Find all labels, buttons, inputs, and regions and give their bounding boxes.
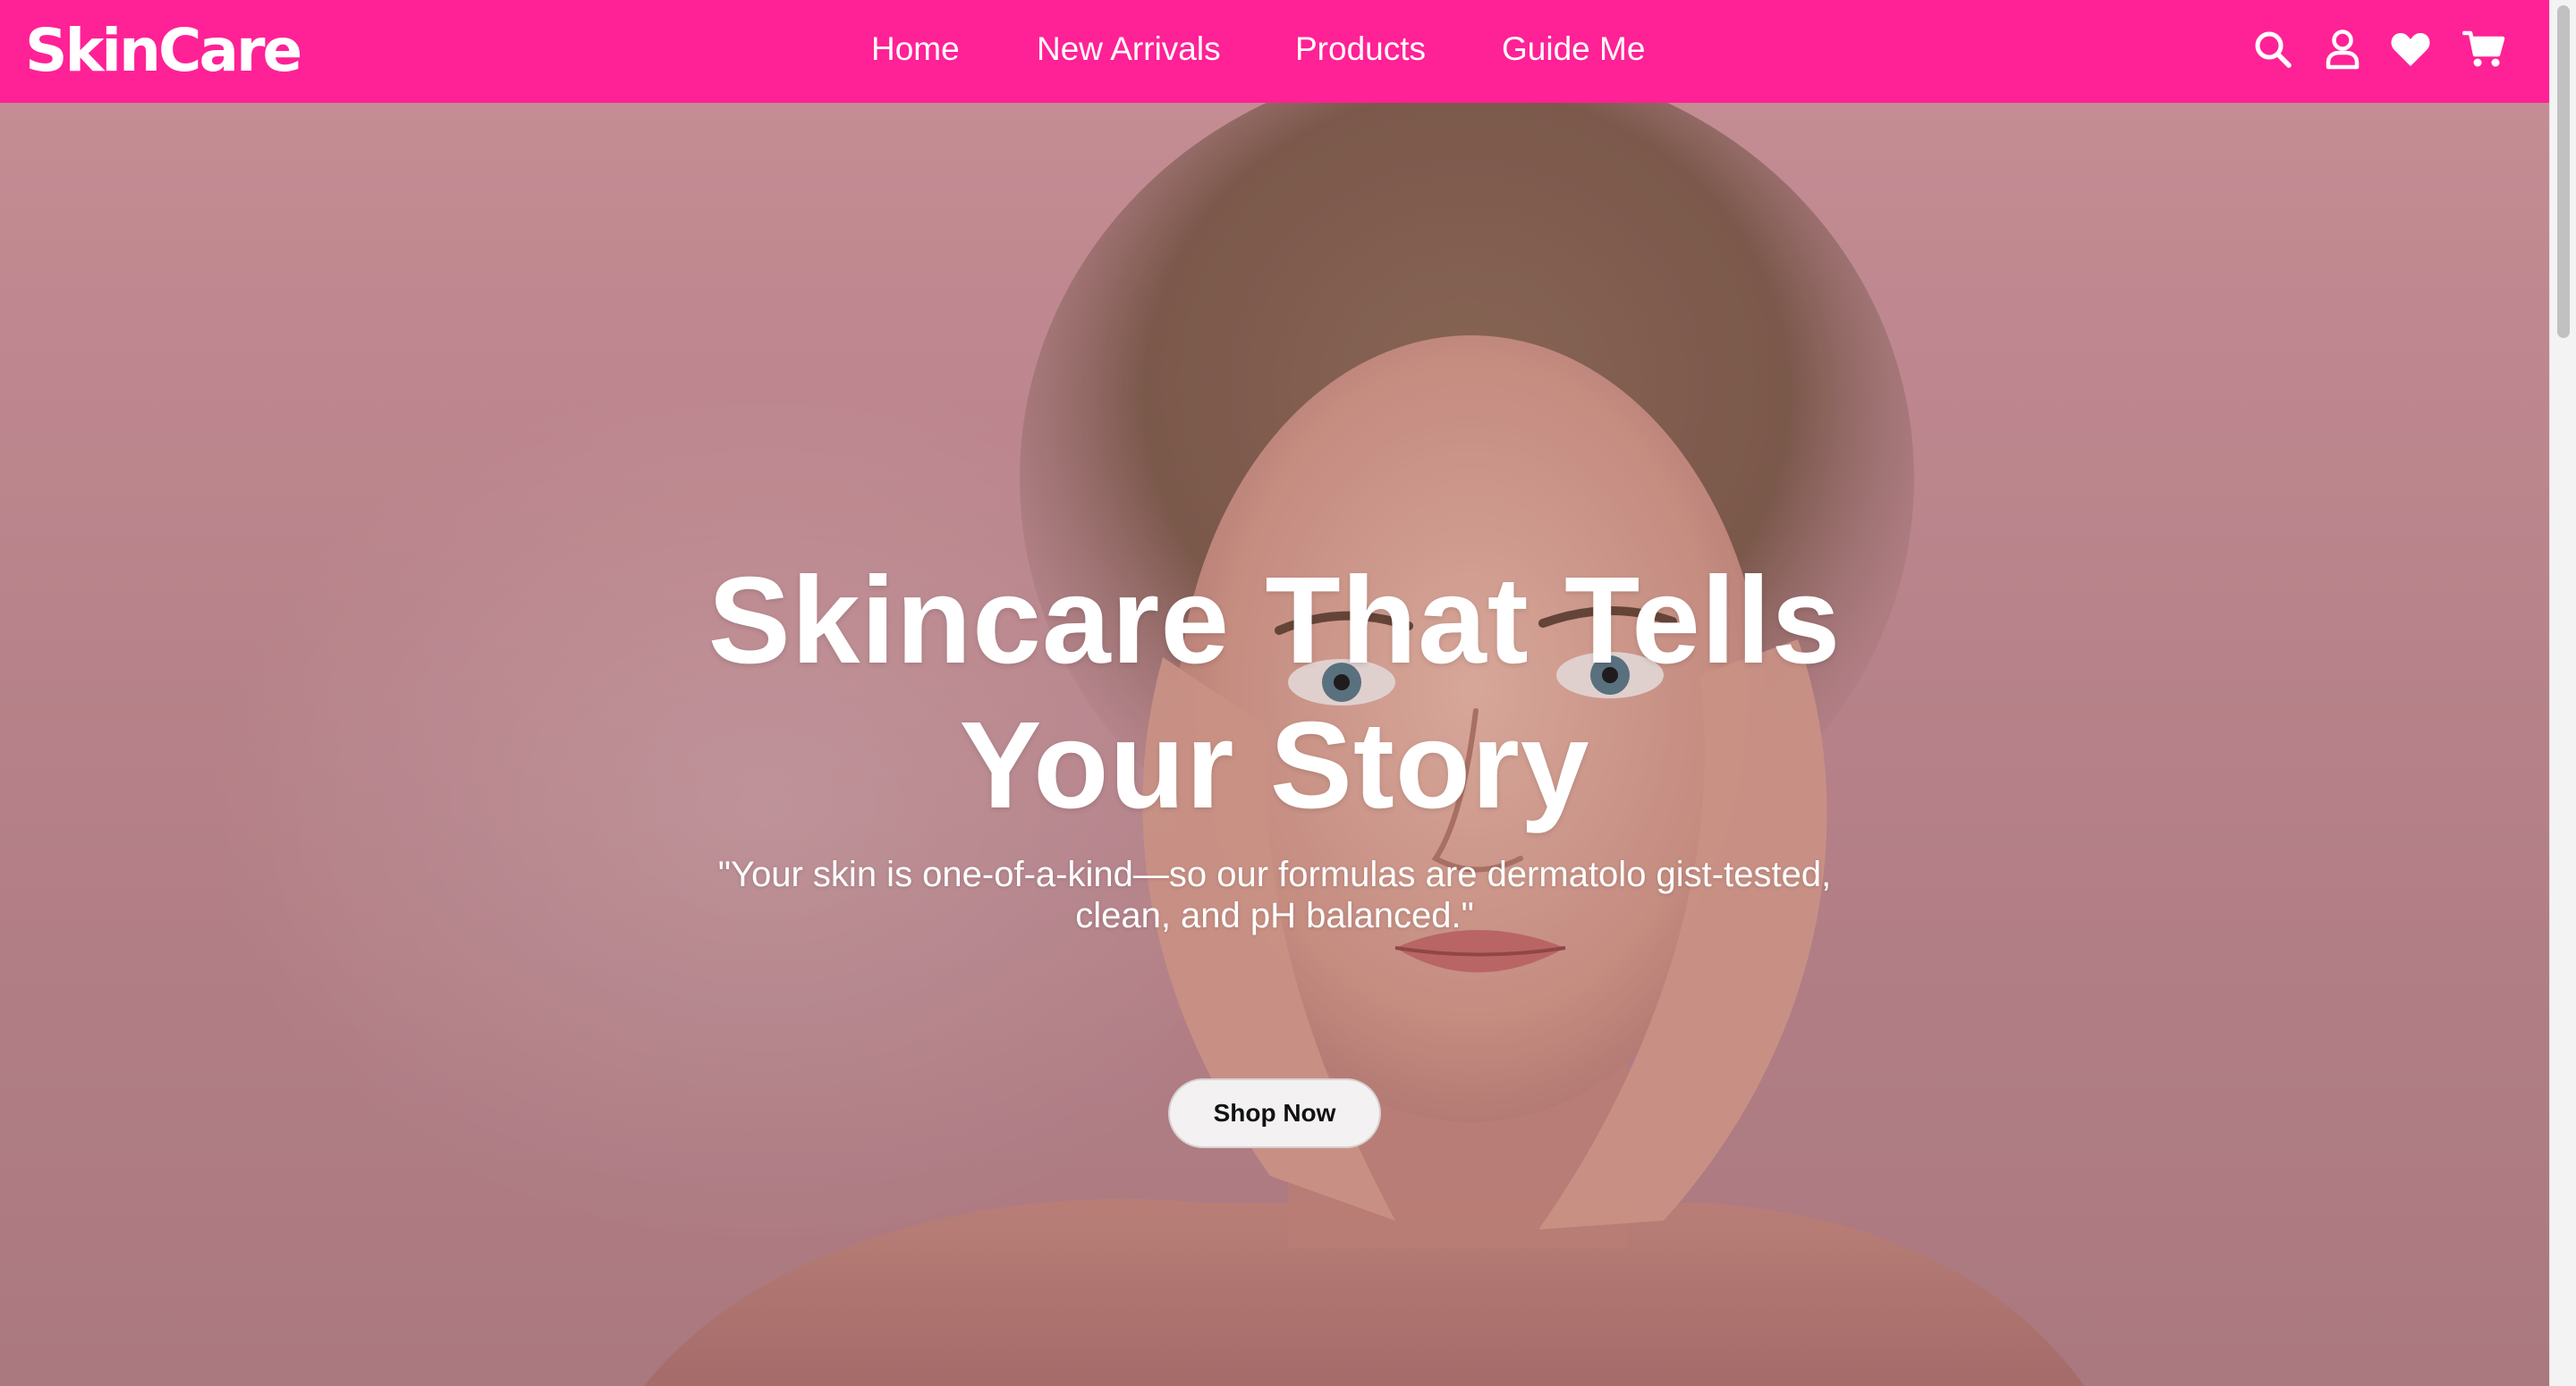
hero-title: Skincare That Tells Your Story	[648, 548, 1901, 838]
top-navbar: SkinCare Home New Arrivals Products Guid…	[0, 0, 2549, 103]
scrollbar-thumb[interactable]	[2557, 5, 2570, 338]
nav-link-home[interactable]: Home	[871, 0, 960, 98]
nav-link-products[interactable]: Products	[1295, 0, 1426, 98]
hero-title-line1: Skincare That Tells	[708, 552, 1842, 689]
search-icon[interactable]	[2250, 27, 2295, 72]
shop-now-button[interactable]: Shop Now	[1168, 1078, 1381, 1148]
nav-link-new-arrivals[interactable]: New Arrivals	[1037, 0, 1221, 98]
cart-icon[interactable]	[2462, 27, 2506, 72]
hero-content: Skincare That Tells Your Story "Your ski…	[0, 103, 2549, 1386]
hero-section: Skincare That Tells Your Story "Your ski…	[0, 103, 2549, 1386]
page-scrollbar[interactable]	[2549, 0, 2576, 1386]
main-nav: Home New Arrivals Products Guide Me	[0, 0, 2549, 103]
heart-icon[interactable]	[2388, 27, 2433, 72]
hero-subtitle-line1: "Your skin is one-of-a-kind—so our formu…	[717, 855, 1832, 894]
hero-subtitle-line2: clean, and pH balanced."	[1075, 896, 1474, 935]
hero-subtitle: "Your skin is one-of-a-kind—so our formu…	[680, 854, 1869, 936]
page: SkinCare Home New Arrivals Products Guid…	[0, 0, 2576, 1386]
user-icon[interactable]	[2320, 27, 2365, 72]
nav-link-guide-me[interactable]: Guide Me	[1502, 0, 1645, 98]
hero-title-line2: Your Story	[959, 697, 1590, 834]
